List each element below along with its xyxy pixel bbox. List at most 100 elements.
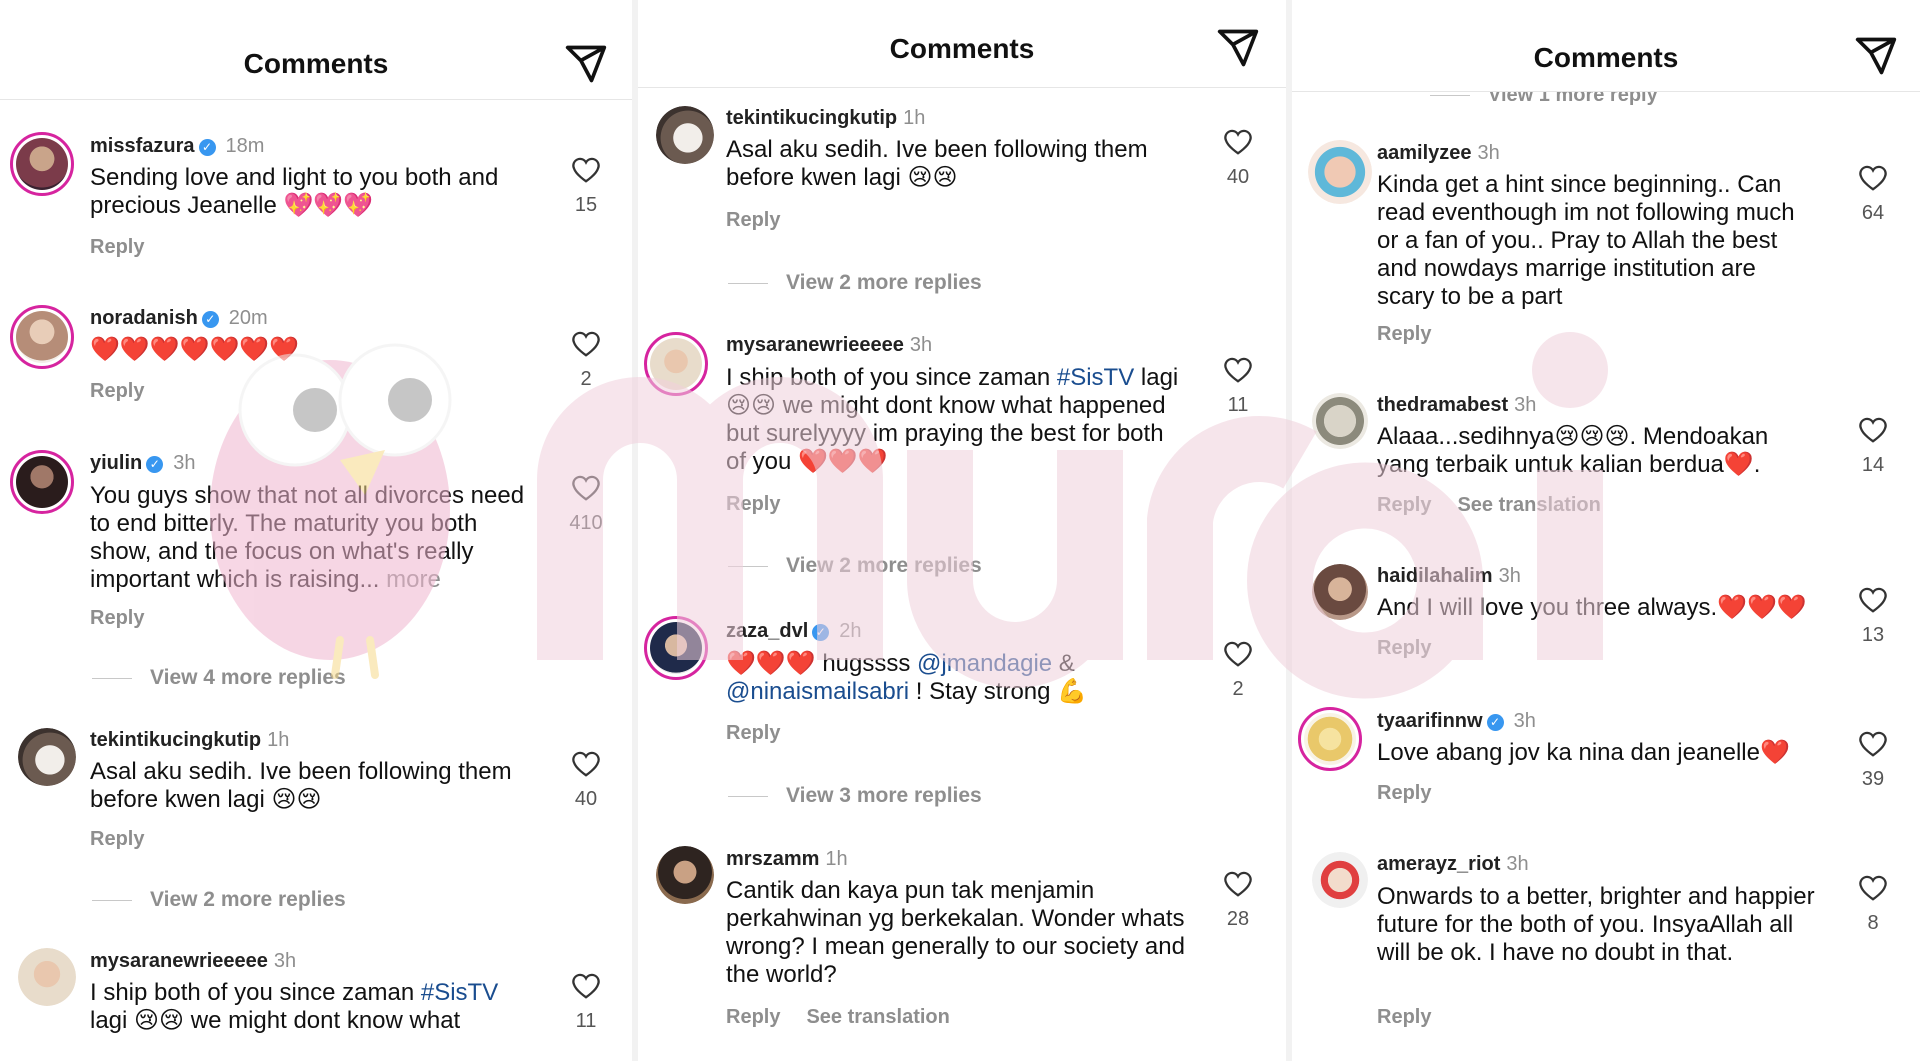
like-button[interactable]: 14 <box>1853 416 1893 477</box>
comment-username[interactable]: tekintikucingkutip 1h <box>90 729 289 752</box>
reply-button[interactable]: Reply <box>726 722 780 744</box>
comment-username[interactable]: tyaarifinnw ✓ 3h <box>1377 710 1536 733</box>
avatar[interactable] <box>18 728 76 786</box>
see-translation-button[interactable]: See translation <box>806 1006 949 1028</box>
comment-username[interactable]: mrszamm 1h <box>726 848 848 871</box>
avatar[interactable] <box>656 106 714 164</box>
comment-username[interactable]: aamilyzee 3h <box>1377 142 1500 165</box>
avatar[interactable] <box>18 948 76 1006</box>
like-button[interactable]: 2 <box>1218 640 1258 701</box>
avatar[interactable] <box>10 305 74 369</box>
comment-text: Onwards to a better, brighter and happie… <box>1377 883 1815 966</box>
comments-title: Comments <box>243 48 389 79</box>
comment-username[interactable]: zaza_dvl ✓ 2h <box>726 620 862 643</box>
avatar[interactable] <box>1312 564 1368 620</box>
comment-text: Sending love and light to you both and p… <box>90 164 499 219</box>
comment-text: Alaaa...sedihnya😢😢😢. Mendoakan yang terb… <box>1377 423 1769 478</box>
like-count: 14 <box>1861 454 1885 476</box>
comment-username[interactable]: amerayz_riot 3h <box>1377 853 1529 876</box>
comment-actions: Reply <box>1377 637 1457 660</box>
view-more-replies[interactable]: View 2 more replies <box>728 271 982 295</box>
reply-button[interactable]: Reply <box>1377 637 1431 659</box>
like-button[interactable]: 13 <box>1853 586 1893 647</box>
like-button[interactable]: 64 <box>1853 164 1893 225</box>
heart-outline-icon <box>1224 129 1252 155</box>
comment-actions: Reply <box>1377 782 1457 805</box>
heart-outline-icon <box>1224 641 1252 667</box>
heart-outline-icon <box>572 751 600 777</box>
avatar[interactable] <box>656 846 714 904</box>
mention-link[interactable]: @jmandagie <box>917 650 1052 677</box>
comment-username[interactable]: missfazura ✓ 18m <box>90 135 264 158</box>
hashtag-link[interactable]: #SisTV <box>421 979 498 1006</box>
comment-text: I ship both of you since zaman #SisTV la… <box>90 979 499 1034</box>
avatar[interactable] <box>644 616 708 680</box>
mention-link[interactable]: @ninaismailsabri <box>726 678 909 705</box>
comment-username[interactable]: mysaranewrieeeee 3h <box>90 950 296 973</box>
heart-outline-icon <box>572 157 600 183</box>
avatar[interactable] <box>1312 393 1368 449</box>
comment-username[interactable]: haidilahalim 3h <box>1377 565 1521 588</box>
send-icon[interactable] <box>1854 34 1898 78</box>
comments-header: Comments <box>0 0 632 100</box>
reply-button[interactable]: Reply <box>90 607 144 629</box>
send-icon[interactable] <box>564 42 608 86</box>
heart-outline-icon <box>572 331 600 357</box>
like-button[interactable]: 410 <box>566 474 606 535</box>
like-button[interactable]: 8 <box>1853 874 1893 935</box>
verified-badge-icon: ✓ <box>201 311 219 328</box>
like-count: 11 <box>575 1010 597 1032</box>
like-count: 410 <box>569 512 603 534</box>
comment-username[interactable]: tekintikucingkutip 1h <box>726 107 925 130</box>
reply-button[interactable]: Reply <box>90 236 144 258</box>
comment-username[interactable]: thedramabest 3h <box>1377 394 1536 417</box>
like-button[interactable]: 11 <box>566 972 606 1033</box>
avatar[interactable] <box>10 450 74 514</box>
like-count: 2 <box>1232 678 1244 700</box>
view-more-replies[interactable]: View 4 more replies <box>92 666 346 690</box>
like-button[interactable]: 15 <box>566 156 606 217</box>
comment-text: ❤️❤️❤️ hugssss @jmandagie & @ninaismails… <box>726 650 1088 705</box>
heart-outline-icon <box>1224 357 1252 383</box>
reply-button[interactable]: Reply <box>1377 782 1431 804</box>
reply-button[interactable]: Reply <box>726 1006 780 1028</box>
like-count: 40 <box>574 788 598 810</box>
comment-username[interactable]: yiulin ✓ 3h <box>90 452 195 475</box>
reply-button[interactable]: Reply <box>90 828 144 850</box>
like-count: 64 <box>1861 202 1885 224</box>
view-more-replies[interactable]: View 2 more replies <box>728 554 982 578</box>
comments-title: Comments <box>1533 42 1679 73</box>
like-count: 13 <box>1861 624 1885 646</box>
comment-username[interactable]: noradanish ✓ 20m <box>90 307 268 330</box>
reply-button[interactable]: Reply <box>726 209 780 231</box>
see-translation-button[interactable]: See translation <box>1457 494 1600 516</box>
hashtag-link[interactable]: #SisTV <box>1057 364 1134 391</box>
like-count: 11 <box>1227 394 1249 416</box>
reply-button[interactable]: Reply <box>726 493 780 515</box>
like-button[interactable]: 39 <box>1853 730 1893 791</box>
like-button[interactable]: 40 <box>1218 128 1258 189</box>
reply-button[interactable]: Reply <box>1377 494 1431 516</box>
view-more-replies[interactable]: View 2 more replies <box>92 888 346 912</box>
avatar[interactable] <box>1298 707 1362 771</box>
like-button[interactable]: 28 <box>1218 870 1258 931</box>
comment-username[interactable]: mysaranewrieeeee 3h <box>726 334 932 357</box>
reply-button[interactable]: Reply <box>90 380 144 402</box>
avatar[interactable] <box>1308 140 1372 204</box>
verified-badge-icon: ✓ <box>198 139 216 156</box>
more-link[interactable]: more <box>386 566 441 593</box>
like-button[interactable]: 2 <box>566 330 606 391</box>
view-more-replies[interactable]: View 3 more replies <box>728 784 982 808</box>
comment-text: ❤️❤️❤️❤️❤️❤️❤️ <box>90 336 300 363</box>
heart-outline-icon <box>1859 587 1887 613</box>
like-button[interactable]: 40 <box>566 750 606 811</box>
like-button[interactable]: 11 <box>1218 356 1258 417</box>
comment-text: I ship both of you since zaman #SisTV la… <box>726 364 1179 475</box>
avatar[interactable] <box>644 332 708 396</box>
heart-outline-icon <box>572 475 600 501</box>
avatar[interactable] <box>10 132 74 196</box>
send-icon[interactable] <box>1216 26 1260 70</box>
avatar[interactable] <box>1312 852 1368 908</box>
reply-button[interactable]: Reply <box>1377 1006 1431 1028</box>
reply-button[interactable]: Reply <box>1377 323 1431 345</box>
